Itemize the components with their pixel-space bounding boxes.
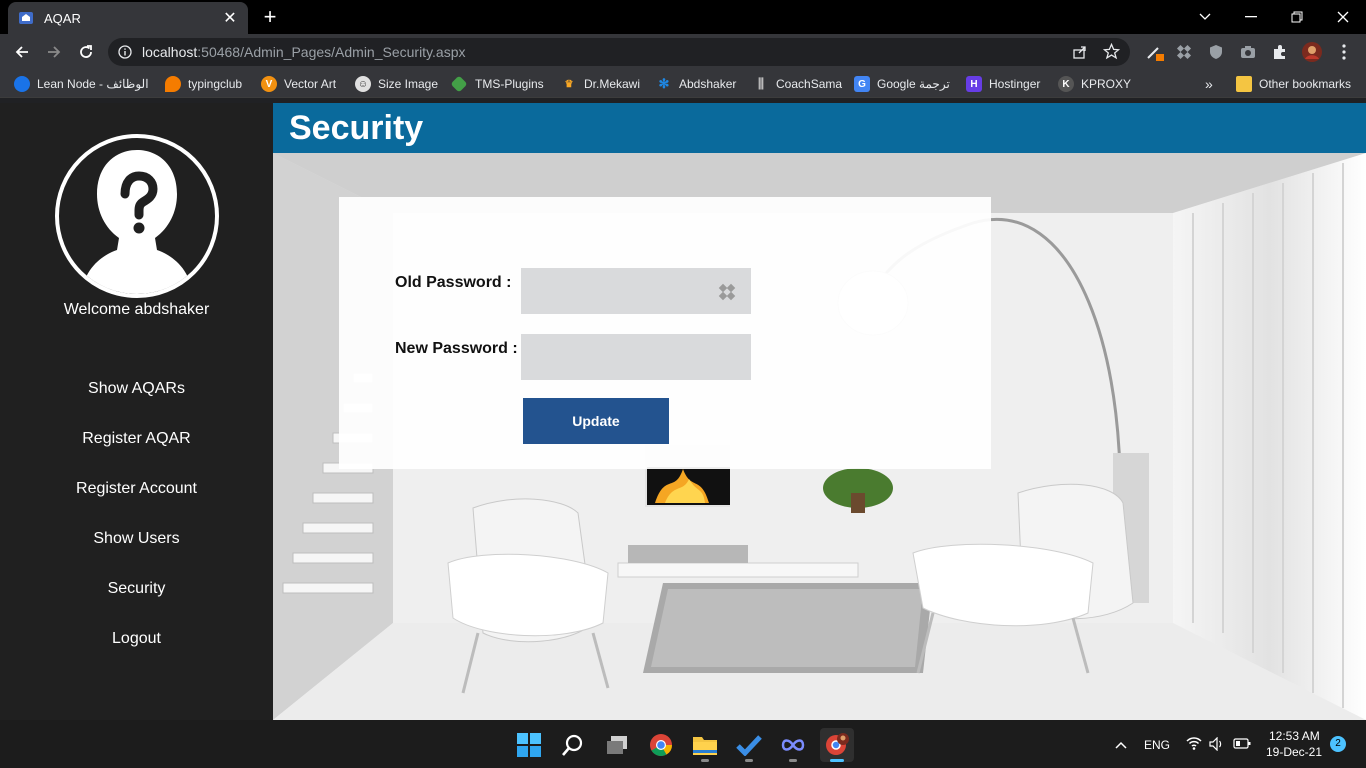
forward-button[interactable] bbox=[42, 40, 66, 64]
extension-pen-icon[interactable] bbox=[1145, 42, 1165, 62]
reload-button[interactable] bbox=[74, 40, 98, 64]
size-image-icon: ☺ bbox=[355, 76, 371, 92]
bookmark-dr-mekawi[interactable]: ♛ Dr.Mekawi bbox=[561, 75, 641, 93]
input-language[interactable]: ENG bbox=[1144, 738, 1170, 752]
browser-tab-aqar[interactable]: AQAR ✕ bbox=[8, 2, 248, 34]
security-form-card: Old Password : New Password : Update bbox=[339, 197, 991, 469]
notification-badge[interactable]: 2 bbox=[1330, 736, 1346, 752]
task-view-icon[interactable] bbox=[600, 728, 634, 762]
search-icon[interactable] bbox=[556, 728, 590, 762]
arrow-right-icon bbox=[48, 46, 61, 58]
old-password-label: Old Password : bbox=[395, 274, 512, 291]
other-bookmarks-folder[interactable]: Other bookmarks bbox=[1236, 75, 1351, 93]
bookmark-star-icon[interactable] bbox=[1103, 43, 1120, 60]
bookmark-coachsama[interactable]: ⫼ CoachSama bbox=[753, 75, 842, 93]
extension-diamond-icon[interactable] bbox=[1174, 42, 1194, 62]
clock-date[interactable]: 19-Dec-21 bbox=[1266, 745, 1322, 759]
bookmark-abdshaker[interactable]: ✻ Abdshaker bbox=[656, 75, 737, 93]
running-indicator bbox=[745, 759, 753, 762]
restore-button[interactable] bbox=[1274, 0, 1320, 34]
infinity-icon[interactable] bbox=[776, 728, 810, 762]
question-person-icon bbox=[81, 150, 193, 294]
bookmark-typingclub[interactable]: typingclub bbox=[165, 75, 242, 93]
globe-icon bbox=[14, 76, 30, 92]
profile-avatar[interactable] bbox=[1302, 42, 1322, 62]
chrome-menu-icon[interactable] bbox=[1334, 42, 1354, 62]
nav-register-aqar[interactable]: Register AQAR bbox=[0, 430, 273, 448]
chrome-icon[interactable] bbox=[644, 728, 678, 762]
share-icon[interactable] bbox=[1072, 44, 1088, 60]
folder-icon bbox=[1236, 76, 1252, 92]
bookmark-google-translate[interactable]: G Google ترجمة bbox=[854, 75, 950, 93]
bookmark-lean-node[interactable]: Lean Node - الوظائف bbox=[14, 75, 149, 93]
windows-start-icon[interactable] bbox=[512, 728, 546, 762]
crown-icon: ♛ bbox=[564, 78, 574, 90]
bookmarks-bar: Lean Node - الوظائف typingclub V Vector A… bbox=[0, 70, 1366, 98]
nav-show-aqars[interactable]: Show AQARs bbox=[0, 380, 273, 398]
reload-icon bbox=[80, 45, 92, 58]
nav-show-users[interactable]: Show Users bbox=[0, 530, 273, 548]
browser-tabstrip: AQAR ✕ + bbox=[0, 0, 1366, 34]
kproxy-icon: K bbox=[1058, 76, 1074, 92]
main-content: Security Old Password: New Password: U… bbox=[273, 103, 1366, 720]
nav-logout[interactable]: Logout bbox=[0, 630, 273, 648]
page-header: Security bbox=[273, 103, 1366, 153]
aqar-favicon-icon bbox=[19, 12, 33, 24]
tab-title: AQAR bbox=[44, 10, 81, 26]
new-tab-button[interactable]: + bbox=[258, 5, 282, 29]
minimize-button[interactable] bbox=[1228, 0, 1274, 34]
more-bookmarks-chevron[interactable]: » bbox=[1205, 75, 1213, 93]
address-bar[interactable]: localhost:50468/Admin_Pages/Admin_Securi… bbox=[108, 38, 1130, 66]
new-password-field[interactable] bbox=[521, 334, 751, 380]
bars-icon: ⫼ bbox=[758, 76, 764, 91]
bookmark-kproxy[interactable]: K KPROXY bbox=[1058, 75, 1131, 93]
flame-icon bbox=[165, 76, 181, 92]
camera-icon[interactable] bbox=[1238, 42, 1258, 62]
browser-toolbar: localhost:50468/Admin_Pages/Admin_Securi… bbox=[0, 34, 1366, 70]
running-indicator bbox=[701, 759, 709, 762]
vector-art-icon: V bbox=[261, 76, 277, 92]
new-password-label: New Password : bbox=[395, 340, 518, 357]
file-explorer-icon[interactable] bbox=[688, 728, 722, 762]
back-button[interactable] bbox=[10, 40, 34, 64]
wifi-icon[interactable] bbox=[1186, 737, 1202, 750]
hostinger-icon: H bbox=[966, 76, 982, 92]
update-button[interactable]: Update bbox=[523, 398, 669, 444]
tab-search-chevron-icon[interactable] bbox=[1182, 0, 1228, 34]
arrow-left-icon bbox=[15, 46, 28, 58]
snowflake-icon: ✻ bbox=[658, 76, 670, 91]
url-text: localhost:50468/Admin_Pages/Admin_Securi… bbox=[142, 44, 466, 60]
tray-overflow-chevron-icon[interactable] bbox=[1106, 728, 1136, 762]
active-indicator bbox=[830, 759, 844, 762]
bookmark-tms-plugins[interactable]: TMS-Plugins bbox=[450, 75, 544, 93]
nav-security[interactable]: Security bbox=[0, 580, 273, 598]
translate-icon: G bbox=[854, 76, 870, 92]
clock-time[interactable]: 12:53 AM bbox=[1269, 729, 1320, 743]
page-title: Security bbox=[289, 109, 424, 147]
speaker-icon[interactable] bbox=[1209, 737, 1225, 751]
nav-register-account[interactable]: Register Account bbox=[0, 480, 273, 498]
running-indicator bbox=[789, 759, 797, 762]
bookmark-vector-art[interactable]: V Vector Art bbox=[261, 75, 336, 93]
chrome-profile-icon[interactable] bbox=[820, 728, 854, 762]
welcome-text: Welcome abdshaker bbox=[63, 301, 210, 318]
extensions-puzzle-icon[interactable] bbox=[1270, 42, 1290, 62]
bookmark-size-image[interactable]: ☺ Size Image bbox=[355, 75, 438, 93]
bookmark-hostinger[interactable]: H Hostinger bbox=[966, 75, 1040, 93]
tag-icon bbox=[450, 75, 468, 93]
todo-icon[interactable] bbox=[732, 728, 766, 762]
password-manager-key-icon[interactable] bbox=[717, 282, 737, 302]
sidebar: Welcome abdshaker Show AQARs Register AQ… bbox=[0, 103, 273, 720]
battery-charging-icon[interactable] bbox=[1233, 737, 1251, 750]
windows-taskbar: ENG 12:53 AM 19-Dec-21 2 bbox=[0, 720, 1366, 768]
info-icon[interactable] bbox=[118, 45, 132, 59]
unknown-user-avatar bbox=[55, 134, 219, 298]
tab-close-icon[interactable]: ✕ bbox=[222, 8, 238, 28]
close-window-button[interactable] bbox=[1320, 0, 1366, 34]
shield-icon[interactable] bbox=[1206, 42, 1226, 62]
